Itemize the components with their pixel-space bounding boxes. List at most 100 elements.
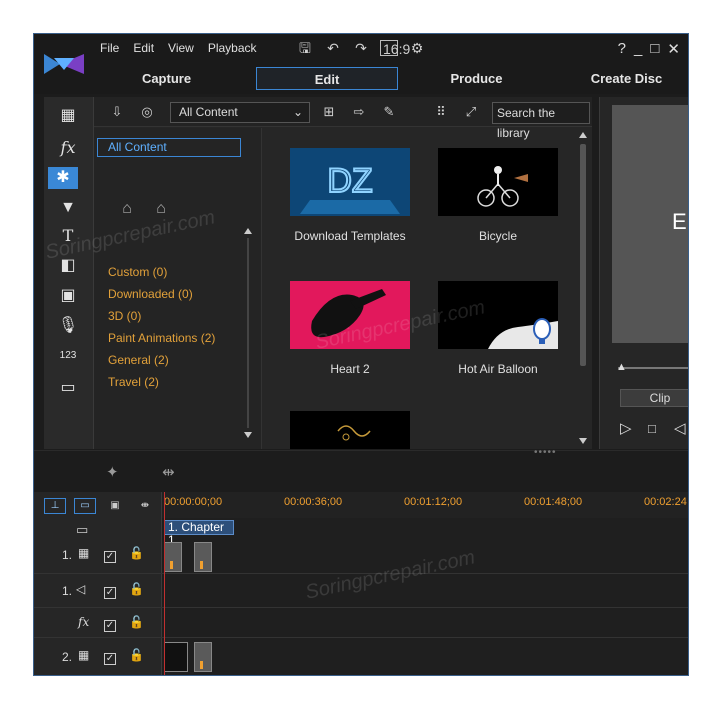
dz-logo-icon: DZ xyxy=(290,148,410,216)
timeline-ruler[interactable]: 00:00:00;00 00:00:36;00 00:01:12;00 00:0… xyxy=(162,492,688,518)
storyboard-view-icon[interactable]: ▭ xyxy=(74,498,96,514)
window-controls: ? _ □ ✕ xyxy=(618,40,680,58)
menu-playback[interactable]: Playback xyxy=(208,41,257,55)
ruler-tick: 00:02:24 xyxy=(644,496,687,508)
tag-scrollbar[interactable] xyxy=(244,228,252,438)
download-icon[interactable]: ◎ xyxy=(138,104,156,120)
aspect-ratio-button[interactable]: 16:9 xyxy=(380,40,410,57)
search-input[interactable]: Search the library xyxy=(492,102,590,140)
library-scrollbar[interactable] xyxy=(578,132,588,444)
tag-item[interactable]: 3D (0) xyxy=(108,309,141,323)
track-row: 1. ◁ ✓ 🔓 xyxy=(34,574,688,608)
lock-icon[interactable]: 🔓 xyxy=(129,615,144,629)
transition-room-icon[interactable]: ◧ xyxy=(56,255,80,277)
tab-edit[interactable]: Edit xyxy=(256,67,398,90)
redo-icon[interactable]: ↷ xyxy=(352,40,370,56)
track-enable-checkbox[interactable]: ✓ xyxy=(104,587,116,599)
room-rail: ▦ fx ✱ ▼ T ◧ ▣ 🎙 123 ▭ xyxy=(44,97,94,449)
library-grid: DZ Download Templates Bicycle Heart 2 Ho… xyxy=(262,128,592,449)
track-row: 1. ▦ ✓ 🔓 xyxy=(34,538,688,574)
speaker-icon: ◁ xyxy=(76,582,86,596)
close-button[interactable]: ✕ xyxy=(667,40,680,58)
track-enable-checkbox[interactable]: ✓ xyxy=(104,551,116,563)
tag-item[interactable]: Travel (2) xyxy=(108,375,159,389)
subtitle-room-icon[interactable]: ▭ xyxy=(56,377,80,399)
add-object-icon[interactable]: ⊞ xyxy=(320,104,338,120)
timeline-clip[interactable] xyxy=(194,542,212,572)
minimize-button[interactable]: _ xyxy=(634,40,642,58)
fx-room-icon[interactable]: fx xyxy=(56,137,80,159)
preview-panel: E ▲ Clip ▷ □ ◁ xyxy=(599,97,688,449)
previous-frame-icon[interactable]: ◁ xyxy=(674,419,686,437)
preview-seek-bar[interactable] xyxy=(618,367,688,369)
library-panel: ⇩ ◎ All Content ⌄ ⊞ ⇨ ✎ ⠿ ⤢ Search the l… xyxy=(94,97,592,449)
tab-capture[interactable]: Capture xyxy=(104,67,229,90)
chapter-marker-icon[interactable]: ▭ xyxy=(76,522,88,538)
content-filter-select[interactable]: All Content ⌄ xyxy=(170,102,310,123)
timeline-view-icon[interactable]: ⊥ xyxy=(44,498,66,514)
tag-item[interactable]: Custom (0) xyxy=(108,265,167,279)
track-manager-icon[interactable]: ▣ xyxy=(104,498,126,514)
library-item-label: Heart 2 xyxy=(330,362,370,376)
timeline-clip[interactable] xyxy=(194,642,212,672)
seek-knob-icon[interactable]: ▲ xyxy=(616,361,627,373)
edit-pencil-icon[interactable]: ✎ xyxy=(380,104,398,120)
tab-create-disc[interactable]: Create Disc xyxy=(564,67,688,90)
add-tag-icon[interactable]: ⌂ xyxy=(116,200,138,222)
tab-produce[interactable]: Produce xyxy=(414,67,539,90)
resize-icon[interactable]: ⤢ xyxy=(462,104,480,120)
voice-record-icon[interactable]: 🎙 xyxy=(56,315,80,337)
play-icon[interactable]: ▷ xyxy=(620,419,632,437)
clip-mode-button[interactable]: Clip xyxy=(620,389,688,407)
maximize-button[interactable]: □ xyxy=(650,40,659,58)
audio-mixing-room-icon[interactable]: ▣ xyxy=(56,285,80,307)
grid-view-icon[interactable]: ⠿ xyxy=(432,104,450,120)
ornament-icon xyxy=(290,411,410,449)
tag-item[interactable]: Downloaded (0) xyxy=(108,287,193,301)
pip-room-icon[interactable]: ▼ xyxy=(56,197,80,219)
library-item-thumb[interactable] xyxy=(438,148,558,216)
settings-gear-icon[interactable]: ⚙ xyxy=(408,40,426,56)
menu-file[interactable]: File xyxy=(100,41,119,55)
library-item-thumb[interactable] xyxy=(438,281,558,349)
fit-timeline-icon[interactable]: ⇼ xyxy=(134,498,156,514)
media-room-icon[interactable]: ▦ xyxy=(56,105,80,127)
save-icon[interactable]: 🖫 xyxy=(296,40,314,56)
ruler-tick: 00:00:36;00 xyxy=(284,496,343,508)
timeline: ⊥ ▭ ▣ ⇼ ▭ 00:00:00;00 00:00:36;00 00:01:… xyxy=(34,492,688,675)
tree-item-all-content[interactable]: All Content xyxy=(97,138,241,157)
timeline-clip[interactable] xyxy=(164,642,188,672)
tag-tree: All Content ⌂ ⌂ Custom (0) Downloaded (0… xyxy=(94,128,262,449)
help-button[interactable]: ? xyxy=(618,40,626,58)
playhead[interactable] xyxy=(164,492,165,675)
delete-tag-icon[interactable]: ⌂ xyxy=(150,200,172,222)
chapter-room-icon[interactable]: 123 xyxy=(56,345,80,367)
chevron-down-icon: ⌄ xyxy=(292,105,303,119)
tag-item[interactable]: Paint Animations (2) xyxy=(108,331,215,345)
track-enable-checkbox[interactable]: ✓ xyxy=(104,620,116,632)
stop-icon[interactable]: □ xyxy=(648,421,656,436)
library-item-thumb[interactable] xyxy=(290,411,410,449)
split-icon[interactable]: ⇹ xyxy=(162,463,175,481)
tag-item[interactable]: General (2) xyxy=(108,353,169,367)
title-room-icon[interactable]: T xyxy=(56,225,80,247)
panel-resize-grip[interactable]: ••••• xyxy=(534,447,557,458)
menu-edit[interactable]: Edit xyxy=(133,41,154,55)
insert-icon[interactable]: ⇨ xyxy=(350,104,368,120)
app-logo xyxy=(44,54,84,74)
particle-room-icon[interactable]: ✱ xyxy=(48,167,78,189)
lock-icon[interactable]: 🔓 xyxy=(129,648,144,662)
library-item-thumb[interactable] xyxy=(290,281,410,349)
track-enable-checkbox[interactable]: ✓ xyxy=(104,653,116,665)
chapter-marker[interactable]: 1. Chapter 1 xyxy=(164,520,234,547)
lock-icon[interactable]: 🔓 xyxy=(129,546,144,560)
timeline-clip[interactable] xyxy=(164,542,182,572)
ruler-tick: 00:01:12;00 xyxy=(404,496,463,508)
preview-text: E xyxy=(672,209,687,234)
menu-view[interactable]: View xyxy=(168,41,194,55)
import-media-icon[interactable]: ⇩ xyxy=(108,104,126,120)
magic-tools-icon[interactable]: ✦ xyxy=(106,463,119,481)
undo-icon[interactable]: ↶ xyxy=(324,40,342,56)
library-item-thumb[interactable]: DZ xyxy=(290,148,410,216)
lock-icon[interactable]: 🔓 xyxy=(129,582,144,596)
